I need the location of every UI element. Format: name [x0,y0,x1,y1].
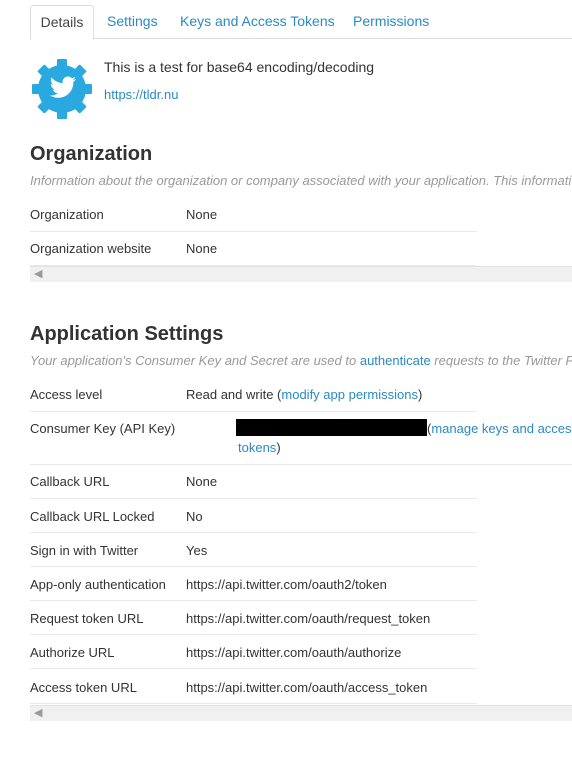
organization-description: Information about the organization or co… [30,173,572,188]
app-website-link[interactable]: https://tldr.nu [104,87,178,102]
row-value: None [186,241,218,256]
modify-app-permissions-link[interactable]: modify app permissions [281,387,418,402]
app-only-authentication-row: App-only authentication https://api.twit… [30,577,477,601]
tab-permissions[interactable]: Permissions [353,5,429,38]
horizontal-scrollbar[interactable]: ◀ [30,705,572,721]
row-value: None [186,207,218,222]
authorize-url-row: Authorize URL https://api.twitter.com/oa… [30,645,477,669]
row-value: Read and write (modify app permissions) [186,387,422,402]
row-value: Yes [186,543,208,558]
row-value: https://api.twitter.com/oauth/authorize [186,645,402,660]
authenticate-link[interactable]: authenticate [360,353,431,368]
access-level-row: Access level Read and write (modify app … [30,387,477,412]
application-settings-description: Your application's Consumer Key and Secr… [30,353,572,368]
row-label: Organization website [30,241,152,256]
manage-keys-link-tokens[interactable]: tokens [238,440,276,455]
row-value: None [186,474,218,489]
tab-settings[interactable]: Settings [107,5,158,38]
desc-text: requests to the Twitter P [430,353,572,368]
manage-keys-link-line2[interactable]: tokens) [238,440,281,455]
twitter-bird-gear-icon [32,59,92,119]
manage-keys-link[interactable]: manage keys and acces [431,421,571,436]
manage-keys-link-line1[interactable]: (manage keys and acces [427,421,572,436]
organization-website-row: Organization website None [30,241,477,266]
scroll-left-arrow-icon[interactable]: ◀ [34,267,42,282]
row-value: https://api.twitter.com/oauth/access_tok… [186,680,428,695]
row-label: Organization [30,207,104,222]
row-label: Callback URL Locked [30,509,155,524]
row-label: App-only authentication [30,577,166,592]
organization-row: Organization None [30,207,477,232]
app-description: This is a test for base64 encoding/decod… [104,59,375,75]
paren: ) [417,387,423,402]
access-level-text: Read and write ( [186,387,282,402]
row-label: Consumer Key (API Key) [30,421,176,436]
callback-url-row: Callback URL None [30,474,477,499]
row-label: Request token URL [30,611,144,626]
tab-details[interactable]: Details [30,5,94,40]
row-label: Callback URL [30,474,110,489]
organization-heading: Organization [30,143,153,165]
callback-url-locked-row: Callback URL Locked No [30,509,477,533]
scroll-left-arrow-icon[interactable]: ◀ [34,706,42,721]
desc-text: Your application's Consumer Key and Secr… [30,353,360,368]
horizontal-scrollbar[interactable]: ◀ [30,266,572,282]
tab-bar: Details Settings Keys and Access Tokens … [30,0,572,40]
row-label: Authorize URL [30,645,115,660]
row-label: Sign in with Twitter [30,543,139,558]
paren: ) [276,440,281,455]
request-token-url-row: Request token URL https://api.twitter.co… [30,611,477,635]
tab-keys-and-access-tokens[interactable]: Keys and Access Tokens [180,5,335,38]
row-label: Access level [30,387,103,402]
sign-in-with-twitter-row: Sign in with Twitter Yes [30,543,477,567]
row-label: Access token URL [30,680,137,695]
row-value: No [186,509,203,524]
app-icon [31,58,93,120]
access-token-url-row: Access token URL https://api.twitter.com… [30,680,477,704]
redacted-consumer-key [236,419,427,436]
row-value: https://api.twitter.com/oauth/request_to… [186,611,431,626]
row-value: https://api.twitter.com/oauth2/token [186,577,387,592]
application-settings-heading: Application Settings [30,323,224,345]
